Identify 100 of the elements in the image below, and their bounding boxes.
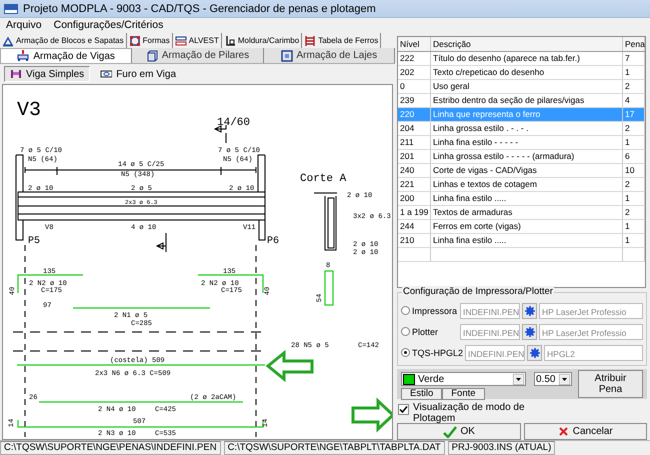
checkbox[interactable] [398,404,409,415]
style-button[interactable]: Estilo [401,388,442,400]
arrow-annotation [352,398,392,432]
settings-icon [524,306,534,316]
pen-width-select[interactable]: 0.50 [534,372,572,386]
radio-label: TQS-HPGL2 [412,348,464,358]
device-field[interactable]: HP LaserJet Professio [539,302,643,318]
device-field[interactable]: HP LaserJet Professio [539,324,643,340]
drawing-label: Corte A [300,173,346,185]
beam-icon [17,50,30,62]
table-cell: Estribo dentro da seção de pilares/vigas [431,94,623,107]
column-icon [146,50,158,62]
table-cell: Linha grossa estilo . - . - . [431,122,623,135]
settings-button[interactable] [527,344,542,360]
status-text: C:\TQSW\SUPORTE\NGE\PENAS\INDEFINI.PEN [0,441,221,455]
table-cell: 201 [398,150,431,163]
tab[interactable]: Viga Simples [4,66,90,82]
radio-label: Plotter [412,326,440,336]
drawing-label: 14/60 [217,117,250,129]
table-cell: 1 [623,192,645,205]
table-row[interactable]: 201 Linha grossa estilo - - - - - (armadura) 6 [398,150,645,164]
style-button[interactable]: Fonte [442,388,485,400]
table-row[interactable]: 200 Linha fina estilo ..... 1 [398,192,645,206]
beam-hole-icon [100,68,112,80]
drawing-label: P5 [28,236,40,247]
status-text: PRJ-9003.INS (ATUAL) [448,441,556,455]
table-cell: Linha que representa o ferro [431,108,623,121]
tab[interactable]: Armação de Lajes [264,48,395,63]
drawing-label: V3 [17,99,42,122]
table-cell: Textos de armaduras [431,206,623,219]
table-cell: 6 [623,150,645,163]
window-title: Projeto MODPLA - 9003 - CAD/TQS - Gerenciador de penas e plotagem [23,2,376,14]
arrow-annotation [266,350,314,382]
ok-button[interactable]: OK [397,423,520,440]
tab[interactable]: Armação de Pilares [132,48,264,63]
checkmark-icon [399,405,408,414]
table-cell: Título do desenho (aparece na tab.fer.) [431,52,623,65]
cancel-button[interactable]: Cancelar [524,423,647,440]
table-row[interactable]: 211 Linha fina estilo - - - - - 1 [398,136,645,150]
table-cell: 17 [623,108,645,121]
menu-item[interactable]: Configurações/Critérios [54,18,164,30]
radio-label: Impressora [412,306,458,316]
table-cell: 2 [623,122,645,135]
table-row[interactable]: 244 Ferros em corte (vigas) 1 [398,220,645,234]
table-cell: Texto c/repeticao do desenho [431,66,623,79]
table-cell: Linha grossa estilo - - - - - (armadura) [431,150,623,163]
table-cell: 239 [398,94,431,107]
tab[interactable]: Furo em Viga [94,66,182,82]
table-cell: 211 [398,136,431,149]
table-row[interactable]: 0 Uso geral 2 [398,80,645,94]
table-cell: Uso geral [431,80,623,93]
table-cell: 4 [623,94,645,107]
table-cell: 1 a 199 [398,206,431,219]
color-select[interactable]: Verde [401,372,526,386]
tab[interactable]: Armação de Vigas [0,48,132,63]
table-cell: 210 [398,234,431,247]
frame-icon [224,34,236,46]
radio-button[interactable] [401,306,410,315]
device-field[interactable]: HPGL2 [544,344,643,360]
table-cell: 202 [398,66,431,79]
column-header[interactable]: Descrição [431,37,623,51]
table-row[interactable]: 1 a 199 Textos de armaduras 2 [398,206,645,220]
menu-item[interactable]: Arquivo [6,18,42,30]
pen-file-field[interactable]: INDEFINI.PEN [460,302,520,318]
pen-file-field[interactable]: INDEFINI.PEN [465,344,526,360]
assign-pen-button[interactable]: Atribuir Pena [578,370,643,398]
table-row[interactable]: 202 Texto c/repeticao do desenho 1 [398,66,645,80]
drawing-label: P6 [267,236,280,247]
ladder-icon [304,34,316,46]
column-header[interactable]: Nível [398,37,431,51]
table-cell: 220 [398,108,431,121]
close-icon [558,426,569,437]
settings-button[interactable] [522,302,537,318]
settings-icon [524,326,534,336]
column-header[interactable]: Pena [623,37,645,51]
table-cell: 221 [398,178,431,191]
table-cell: 10 [623,164,645,177]
radio-button[interactable] [401,348,410,357]
pen-file-field[interactable]: INDEFINI.PEN [460,324,520,340]
table-cell: 0 [398,80,431,93]
table-cell: 200 [398,192,431,205]
table-cell: 1 [623,220,645,233]
table-row[interactable]: 221 Linhas e textos de cotagem 2 [398,178,645,192]
table-cell: 244 [398,220,431,233]
radio-button[interactable] [401,327,410,336]
status-text: C:\TQSW\SUPORTE\NGE\TABPLT\TABPLTA.DAT [224,441,445,455]
table-row[interactable]: 210 Linha fina estilo ..... 1 [398,234,645,248]
table-cell: Linha fina estilo - - - - - [431,136,623,149]
table-cell: Linha fina estilo ..... [431,192,623,205]
table-cell: 1 [623,66,645,79]
table-cell: 7 [623,52,645,65]
table-cell: 2 [623,80,645,93]
table-row[interactable]: 222 Título do desenho (aparece na tab.fer.) 7 [398,52,645,66]
brick-wall-icon [174,34,187,46]
table-cell: 222 [398,52,431,65]
table-row[interactable]: 204 Linha grossa estilo . - . - . 2 [398,122,645,136]
table-cell: 1 [623,136,645,149]
footing-icon [2,34,14,46]
settings-button[interactable] [522,324,537,340]
table-row[interactable]: 240 Corte de vigas - CAD/Vigas 10 [398,164,645,178]
